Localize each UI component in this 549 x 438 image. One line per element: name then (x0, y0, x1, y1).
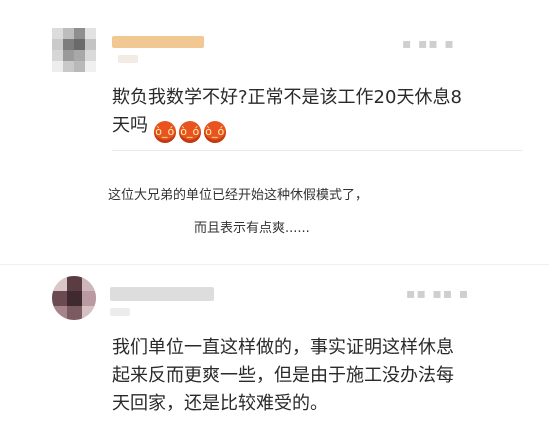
comment-2-line-2: 起来反而更爽一些，但是由于施工没办法每 (112, 365, 454, 386)
section-divider (0, 264, 549, 265)
comment-2: ▪▪ ▪▪ ▪ 我们单位一直这样做的，事实证明这样休息 起来反而更爽一些，但是由… (0, 0, 549, 414)
comment-2-line-3: 天回家，还是比较难受的。 (112, 393, 328, 414)
like-reply-icons-blurred[interactable]: ▪▪ ▪▪ ▪ (406, 286, 469, 302)
meta-blurred (110, 308, 130, 316)
comment-2-text: 我们单位一直这样做的，事实证明这样休息 起来反而更爽一些，但是由于施工没办法每 … (112, 334, 512, 418)
username-blurred[interactable] (110, 287, 214, 301)
comment-2-line-1: 我们单位一直这样做的，事实证明这样休息 (112, 337, 454, 358)
caption-line-2: 而且表示有点爽...... (194, 221, 310, 236)
caption-line-1: 这位大兄弟的单位已经开始这种休假模式了， (108, 188, 369, 203)
avatar-pixelated[interactable] (52, 276, 96, 320)
